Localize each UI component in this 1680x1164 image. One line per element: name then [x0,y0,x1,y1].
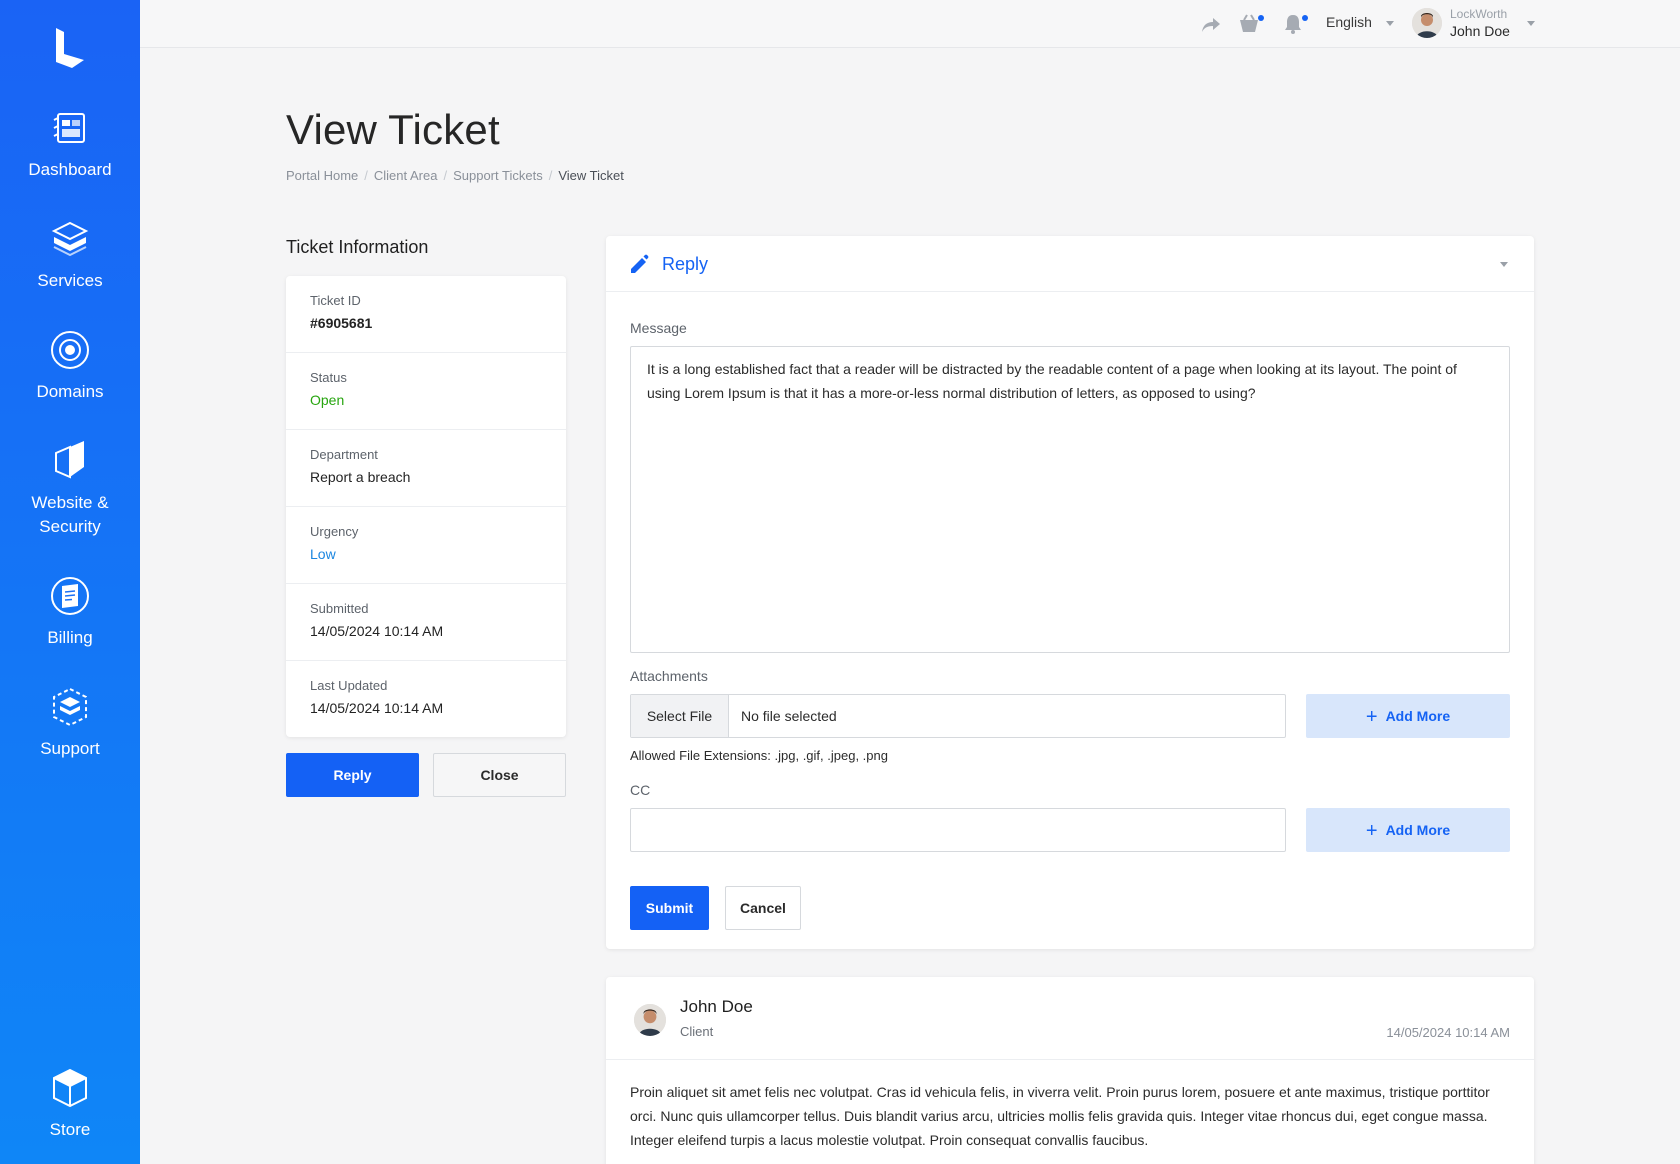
page-title: View Ticket [286,106,500,153]
cancel-button[interactable]: Cancel [725,886,801,930]
message-author: John Doe [680,997,753,1016]
ticket-id-label: Ticket ID [310,293,361,308]
sidebar-item-billing[interactable]: Billing [0,574,140,650]
department-row: Department Report a breach [286,430,566,507]
status-label: Status [310,370,347,385]
submitted-value: 14/05/2024 10:14 AM [310,623,444,639]
sidebar-item-domains[interactable]: Domains [0,328,140,404]
user-avatar-icon [634,1004,666,1036]
department-label: Department [310,447,378,462]
avatar [634,1004,666,1036]
reply-card-header[interactable]: Reply [606,236,1534,292]
message-header: John Doe Client 14/05/2024 10:14 AM [606,977,1534,1060]
add-more-attachments-button[interactable]: + Add More [1306,694,1510,738]
basket-badge-dot [1258,15,1264,21]
reply-card: Reply Message It is a long established f… [606,236,1534,949]
status-row: Status Open [286,353,566,430]
chevron-down-icon[interactable] [1527,21,1535,26]
attachments-label: Attachments [630,668,708,684]
add-more-label: Add More [1385,708,1451,724]
breadcrumb-client-area[interactable]: Client Area [374,168,438,183]
sidebar-item-label: Support [40,739,100,758]
select-file-button[interactable]: Select File [631,695,729,737]
top-bar: English LockWorth John Doe [140,0,1680,48]
sidebar-item-label: Website & Security [31,493,109,536]
basket-icon[interactable] [1238,13,1260,35]
language-selector[interactable]: English [1326,14,1394,30]
breadcrumb-portal-home[interactable]: Portal Home [286,168,358,183]
reply-button[interactable]: Reply [286,753,419,797]
sidebar-item-label: Store [49,1120,91,1139]
store-box-icon [53,1068,87,1108]
services-icon [51,221,89,257]
sidebar-item-dashboard[interactable]: Dashboard [0,106,140,182]
close-ticket-button[interactable]: Close [433,753,566,797]
share-icon[interactable] [1200,13,1222,35]
globe-icon [51,331,89,369]
plus-icon: + [1365,820,1378,842]
invoice-icon [51,577,89,615]
shield-icon [55,441,84,479]
message-textarea[interactable]: It is a long established fact that a rea… [630,346,1510,653]
attachment-file-input[interactable]: Select File No file selected [630,694,1286,738]
ticket-id-row: Ticket ID #6905681 [286,276,566,353]
message-card: John Doe Client 14/05/2024 10:14 AM Proi… [606,977,1534,1164]
avatar[interactable] [1412,8,1442,38]
collapse-chevron-icon[interactable] [1500,262,1508,267]
cc-input[interactable] [630,808,1286,852]
submitted-row: Submitted 14/05/2024 10:14 AM [286,584,566,661]
sidebar-item-services[interactable]: Services [0,217,140,293]
sidebar-item-label: Dashboard [28,160,112,179]
message-date: 14/05/2024 10:14 AM [1386,1025,1510,1040]
last-updated-label: Last Updated [310,678,388,693]
message-body: Proin aliquet sit amet felis nec volutpa… [630,1084,1490,1148]
sidebar: Dashboard Services Domains Website & Sec… [0,0,140,1164]
submitted-label: Submitted [310,601,369,616]
user-avatar-icon [1412,8,1442,38]
ticket-info-title: Ticket Information [286,237,429,257]
user-org: LockWorth [1450,7,1508,21]
language-label: English [1326,14,1372,30]
urgency-label: Urgency [310,524,359,539]
plus-icon: + [1365,706,1378,728]
breadcrumb-separator: / [548,168,553,183]
support-icon [53,687,87,727]
last-updated-value: 14/05/2024 10:14 AM [310,700,444,716]
cc-label: CC [630,782,651,798]
last-updated-row: Last Updated 14/05/2024 10:14 AM [286,661,566,738]
user-name: John Doe [1450,23,1510,39]
bell-icon[interactable] [1282,13,1304,35]
breadcrumb-separator: / [443,168,448,183]
submit-button[interactable]: Submit [630,886,709,930]
notification-badge-dot [1302,15,1308,21]
add-more-label: Add More [1385,822,1451,838]
sidebar-item-store[interactable]: Store [0,1066,140,1142]
file-status-text: No file selected [741,708,837,724]
message-author-role: Client [680,1024,714,1039]
user-menu[interactable]: LockWorth John Doe [1450,7,1510,39]
reply-title: Reply [662,254,709,274]
urgency-row: Urgency Low [286,507,566,584]
sidebar-item-label: Billing [47,628,93,647]
breadcrumb-current: View Ticket [558,168,624,183]
add-more-cc-button[interactable]: + Add More [1306,808,1510,852]
chevron-down-icon [1385,20,1394,26]
sidebar-item-label: Services [37,271,103,290]
message-label: Message [630,320,687,336]
breadcrumb-support-tickets[interactable]: Support Tickets [453,168,543,183]
department-value: Report a breach [310,469,411,485]
sidebar-item-support[interactable]: Support [0,685,140,761]
dashboard-icon [53,113,85,143]
breadcrumb-separator: / [364,168,368,183]
brand-logo[interactable] [50,26,90,70]
ticket-id-value: #6905681 [310,315,373,331]
sidebar-item-website-security[interactable]: Website & Security [0,439,140,539]
sidebar-item-label: Domains [36,382,104,401]
pencil-icon [631,254,649,273]
ticket-info-card: Ticket ID #6905681 Status Open Departmen… [286,276,566,737]
breadcrumb: Portal Home / Client Area / Support Tickets /… [286,168,624,183]
allowed-extensions-hint: Allowed File Extensions: .jpg, .gif, .jp… [630,748,888,763]
urgency-value: Low [310,546,336,562]
status-value: Open [310,392,345,408]
